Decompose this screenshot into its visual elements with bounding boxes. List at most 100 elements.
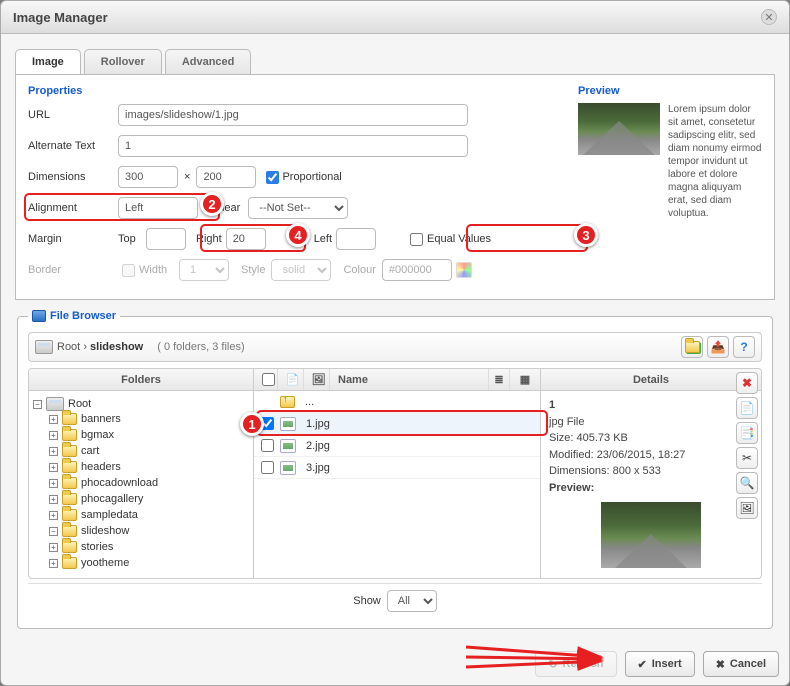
folder-headers[interactable]: +headers <box>49 461 249 473</box>
equal-values-label: Equal Values <box>427 233 491 245</box>
alignment-select[interactable] <box>118 197 198 219</box>
tab-bar: Image Rollover Advanced <box>15 48 775 75</box>
folder-phocadownload[interactable]: +phocadownload <box>49 477 249 489</box>
detail-type: jpg File <box>549 416 584 428</box>
detail-preview-thumb <box>601 502 701 568</box>
proportional-checkbox[interactable] <box>266 171 279 184</box>
breadcrumb[interactable]: Root › slideshow <box>57 341 143 353</box>
folder-cart[interactable]: +cart <box>49 445 249 457</box>
detail-name: 1 <box>549 399 555 411</box>
callout-3: 3 <box>574 223 598 247</box>
folder-yootheme[interactable]: +yootheme <box>49 557 249 569</box>
insert-button[interactable]: ✔ Insert <box>625 651 695 677</box>
border-enable-checkbox[interactable] <box>122 264 135 277</box>
show-bar: Show All <box>28 583 762 618</box>
show-label: Show <box>353 595 381 607</box>
folder-banners[interactable]: +banners <box>49 413 249 425</box>
margin-right-label: Right <box>186 233 226 245</box>
tab-image[interactable]: Image <box>15 49 81 75</box>
folder-bgmax[interactable]: +bgmax <box>49 429 249 441</box>
cancel-button[interactable]: ✖ Cancel <box>703 651 779 677</box>
width-input[interactable] <box>118 166 178 188</box>
new-folder-button[interactable] <box>681 336 703 358</box>
detail-size: Size: 405.73 KB <box>549 432 628 444</box>
info-file-button[interactable]: 🖼 <box>736 497 758 519</box>
folder-root[interactable]: −Root <box>33 397 249 411</box>
alt-text-input[interactable] <box>118 135 468 157</box>
border-width-select[interactable]: 1 <box>179 259 229 281</box>
drive-icon <box>35 340 53 354</box>
border-colour-label: Colour <box>331 264 381 276</box>
view-file-button[interactable]: 🔍 <box>736 472 758 494</box>
file-count: ( 0 folders, 3 files) <box>157 341 244 353</box>
upload-button[interactable]: 📤 <box>707 336 729 358</box>
file-row[interactable]: 1.jpg <box>254 413 540 435</box>
image-manager-window: Image Manager ✕ Image Rollover Advanced … <box>0 0 790 686</box>
border-label: Border <box>28 264 118 276</box>
alt-text-label: Alternate Text <box>28 140 118 152</box>
file-row[interactable]: 2.jpg <box>254 435 540 457</box>
margin-right-input[interactable] <box>226 228 266 250</box>
view-list-icon[interactable]: ≣ <box>488 369 510 390</box>
margin-top-label: Top <box>118 233 146 245</box>
titlebar: Image Manager ✕ <box>1 1 789 34</box>
details-header: Details <box>541 369 761 391</box>
tab-rollover[interactable]: Rollover <box>84 49 162 75</box>
folder-stories[interactable]: +stories <box>49 541 249 553</box>
preview-heading: Preview <box>578 85 762 97</box>
file-row[interactable]: ... <box>254 391 540 413</box>
callout-2: 2 <box>200 192 224 216</box>
preview-text: Lorem ipsum dolor sit amet, consetetur s… <box>668 103 762 220</box>
show-select[interactable]: All <box>387 590 437 612</box>
close-button[interactable]: ✕ <box>761 9 777 25</box>
detail-preview-label: Preview: <box>549 482 594 494</box>
refresh-button[interactable]: ↻ Refresh <box>535 651 616 677</box>
preview-box: Lorem ipsum dolor sit amet, consetetur s… <box>578 103 762 220</box>
url-label: URL <box>28 109 118 121</box>
colour-swatch-icon[interactable] <box>456 262 472 278</box>
sort-type-icon[interactable]: 🖼 <box>308 369 330 390</box>
folder-slideshow[interactable]: −slideshow <box>49 525 249 537</box>
clear-select[interactable]: --Not Set-- <box>248 197 348 219</box>
detail-dimensions: Dimensions: 800 x 533 <box>549 465 661 477</box>
file-checkbox[interactable] <box>261 461 274 474</box>
sort-ext-icon[interactable]: 📄 <box>282 369 304 390</box>
margin-left-input[interactable] <box>336 228 376 250</box>
url-input[interactable] <box>118 104 468 126</box>
select-all-checkbox[interactable] <box>262 373 275 386</box>
callout-4: 4 <box>286 223 310 247</box>
rename-file-button[interactable]: 📄 <box>736 397 758 419</box>
folder-sampledata[interactable]: +sampledata <box>49 509 249 521</box>
details-body: 1 jpg File Size: 405.73 KB Modified: 23/… <box>541 391 761 578</box>
border-width-label: Width <box>139 264 179 276</box>
dimensions-x: × <box>178 171 196 183</box>
height-input[interactable] <box>196 166 256 188</box>
cut-file-button[interactable]: ✂ <box>736 447 758 469</box>
margin-label: Margin <box>28 233 118 245</box>
image-file-icon <box>280 417 296 431</box>
folder-tree: −Root +banners +bgmax +cart +headers +phocad… <box>29 391 253 578</box>
copy-file-button[interactable]: 📑 <box>736 422 758 444</box>
image-file-icon <box>280 439 296 453</box>
image-file-icon <box>280 461 296 475</box>
proportional-label: Proportional <box>282 171 341 183</box>
file-row[interactable]: 3.jpg <box>254 457 540 479</box>
margin-top-input[interactable] <box>146 228 186 250</box>
file-checkbox[interactable] <box>261 439 274 452</box>
detail-modified: Modified: 23/06/2015, 18:27 <box>549 449 685 461</box>
alignment-label: Alignment <box>28 202 118 214</box>
equal-values-checkbox[interactable] <box>410 233 423 246</box>
delete-file-button[interactable]: ✖ <box>736 372 758 394</box>
file-browser-legend: File Browser <box>28 310 120 322</box>
view-grid-icon[interactable]: ▦ <box>514 369 536 390</box>
name-header[interactable]: Name <box>334 374 484 386</box>
tab-advanced[interactable]: Advanced <box>165 49 252 75</box>
footer: ↻ Refresh ✔ Insert ✖ Cancel <box>1 643 789 685</box>
border-colour-input[interactable] <box>382 259 452 281</box>
file-browser-icon <box>32 310 46 322</box>
folder-phocagallery[interactable]: +phocagallery <box>49 493 249 505</box>
properties-heading: Properties <box>28 85 564 97</box>
help-button[interactable]: ? <box>733 336 755 358</box>
border-style-select[interactable]: solid <box>271 259 331 281</box>
up-icon <box>280 396 295 408</box>
